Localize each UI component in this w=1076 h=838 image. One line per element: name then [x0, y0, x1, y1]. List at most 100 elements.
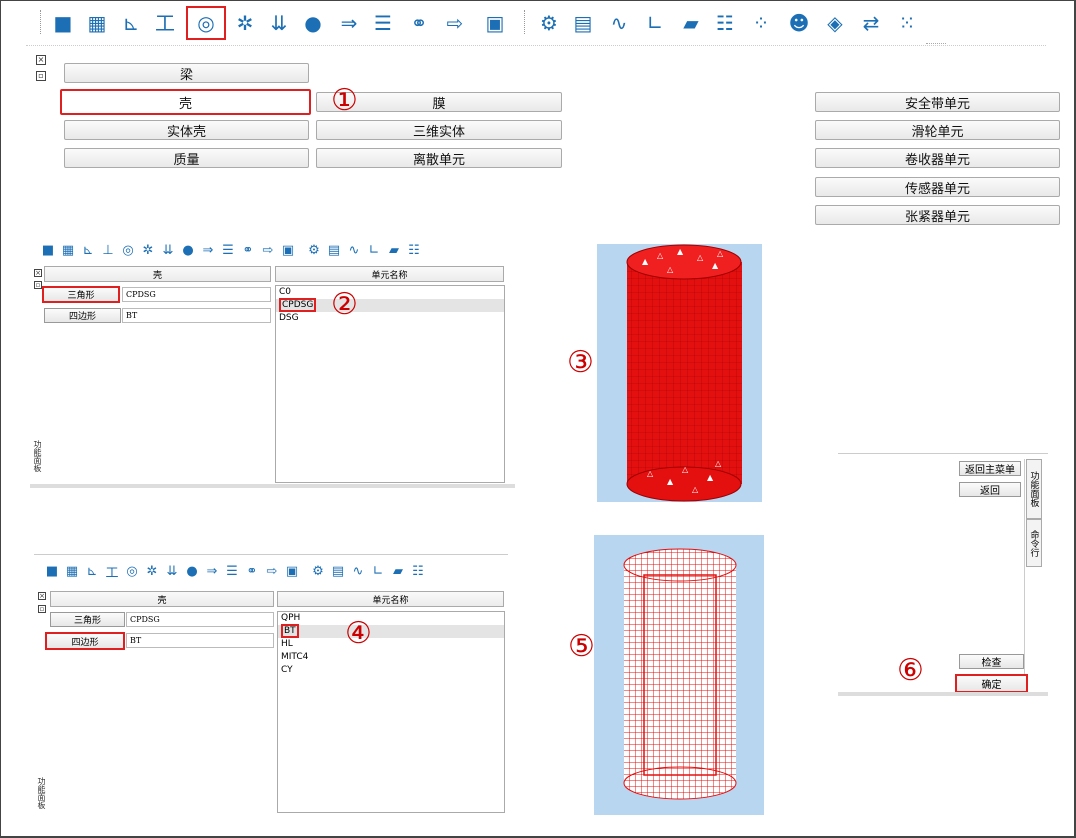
pretensioner-element-button[interactable]: 张紧器单元 [815, 205, 1060, 225]
list-item-selected[interactable]: CPDSG [276, 298, 504, 312]
triangle-value-field[interactable]: CPDSG [122, 287, 271, 302]
3d-solid-button[interactable]: 三维实体 [316, 120, 562, 140]
curve-icon[interactable]: ∿ [346, 243, 362, 258]
calculator-icon[interactable]: ▣ [284, 564, 300, 579]
dotted-sphere-icon[interactable]: ⁘ [748, 10, 774, 36]
restore-icon[interactable]: ▫ [34, 281, 42, 289]
restore-icon[interactable]: ▫ [38, 605, 46, 613]
sensor-element-button[interactable]: 传感器单元 [815, 177, 1060, 197]
gear-pair-icon[interactable]: ✲ [144, 564, 160, 579]
cube-icon[interactable]: ■ [40, 243, 56, 258]
table-list-icon[interactable]: ☷ [712, 10, 738, 36]
xy-plot-icon[interactable]: ⊾ [80, 243, 96, 258]
list-item[interactable]: CY [278, 664, 504, 677]
plane-icon[interactable]: ▰ [678, 10, 704, 36]
grid-table-icon[interactable]: ▤ [570, 10, 596, 36]
beam-section-icon[interactable]: 工 [104, 562, 120, 581]
beam-section-icon[interactable]: ⊥ [100, 243, 116, 258]
solid-shell-button[interactable]: 实体壳 [64, 120, 309, 140]
xy-plot-icon[interactable]: ⊾ [84, 564, 100, 579]
dummy-icon[interactable]: ☻ [786, 10, 812, 36]
dots-cube-icon[interactable]: ⁙ [894, 10, 920, 36]
load-arrows-icon[interactable]: ⇊ [164, 564, 180, 579]
weld-icon[interactable]: ☰ [220, 243, 236, 258]
quad-value-field[interactable]: BT [126, 633, 274, 648]
weld-icon[interactable]: ☰ [370, 10, 396, 36]
beam-button[interactable]: 梁 [64, 63, 309, 83]
contact-spheres-icon[interactable]: ⚭ [240, 243, 256, 258]
triangle-button[interactable]: 三角形 [50, 612, 125, 627]
pipe-icon[interactable]: ⇒ [336, 10, 362, 36]
tab-command-line[interactable]: 命令行 [1026, 519, 1042, 567]
part-export-icon[interactable]: ⇨ [260, 243, 276, 258]
mesh-cube-icon[interactable]: ▦ [60, 243, 76, 258]
shell-element-icon[interactable]: ◎ [124, 564, 140, 579]
seatbelt-element-button[interactable]: 安全带单元 [815, 92, 1060, 112]
pipe-icon[interactable]: ⇒ [200, 243, 216, 258]
back-button[interactable]: 返回 [959, 482, 1021, 497]
shell-button[interactable]: 壳 [60, 89, 311, 115]
load-arrows-icon[interactable]: ⇊ [266, 10, 292, 36]
exchange-arrows-icon[interactable]: ⇄ [858, 10, 884, 36]
triangle-button[interactable]: 三角形 [42, 286, 120, 303]
shell-element-icon[interactable]: ◎ [120, 243, 136, 258]
slipring-element-button[interactable]: 滑轮单元 [815, 120, 1060, 140]
close-icon[interactable]: × [36, 55, 46, 65]
grid-table-icon[interactable]: ▤ [326, 243, 342, 258]
contact-spheres-icon[interactable]: ⚭ [244, 564, 260, 579]
beam-section-icon[interactable]: 工 [152, 10, 178, 36]
table-list-icon[interactable]: ☷ [406, 243, 422, 258]
tab-function-panel[interactable]: 功能面板 [1026, 459, 1042, 519]
settings-gear-icon[interactable]: ⚙ [306, 243, 322, 258]
curve-icon[interactable]: ∿ [350, 564, 366, 579]
gear-pair-icon[interactable]: ✲ [232, 10, 258, 36]
calculator-icon[interactable]: ▣ [280, 243, 296, 258]
part-export-icon[interactable]: ⇨ [442, 10, 468, 36]
plane-icon[interactable]: ▰ [390, 564, 406, 579]
quad-button[interactable]: 四边形 [45, 632, 125, 650]
calculator-icon[interactable]: ▣ [482, 10, 508, 36]
airbag-icon[interactable]: ● [184, 564, 200, 579]
contact-spheres-icon[interactable]: ⚭ [406, 10, 432, 36]
quad-value-field[interactable]: BT [122, 308, 271, 323]
gear-pair-icon[interactable]: ✲ [140, 243, 156, 258]
retractor-element-button[interactable]: 卷收器单元 [815, 148, 1060, 168]
return-main-menu-button[interactable]: 返回主菜单 [959, 461, 1021, 476]
mesh-cube-icon[interactable]: ▦ [84, 10, 110, 36]
mesh-cube-icon[interactable]: ▦ [64, 564, 80, 579]
axis-plot-icon[interactable]: ∟ [642, 10, 668, 36]
settings-gear-icon[interactable]: ⚙ [536, 10, 562, 36]
curve-icon[interactable]: ∿ [606, 10, 632, 36]
axis-plot-icon[interactable]: ∟ [366, 243, 382, 258]
list-item[interactable]: MITC4 [278, 651, 504, 664]
settings-gear-icon[interactable]: ⚙ [310, 564, 326, 579]
close-icon[interactable]: × [34, 269, 42, 277]
pipe-icon[interactable]: ⇒ [204, 564, 220, 579]
grid-table-icon[interactable]: ▤ [330, 564, 346, 579]
axis-plot-icon[interactable]: ∟ [370, 564, 386, 579]
cube-icon[interactable]: ■ [50, 10, 76, 36]
table-list-icon[interactable]: ☷ [410, 564, 426, 579]
restore-icon[interactable]: ▫ [36, 71, 46, 81]
list-item[interactable]: DSG [276, 312, 504, 325]
cube-icon[interactable]: ■ [44, 564, 60, 579]
list-item[interactable]: HL [278, 638, 504, 651]
discrete-element-button[interactable]: 离散单元 [316, 148, 562, 168]
check-button[interactable]: 检查 [959, 654, 1024, 669]
wireframe-cube-icon[interactable]: ◈ [822, 10, 848, 36]
weld-icon[interactable]: ☰ [224, 564, 240, 579]
airbag-icon[interactable]: ● [300, 10, 326, 36]
quad-button[interactable]: 四边形 [44, 308, 121, 323]
triangle-value-field[interactable]: CPDSG [126, 612, 274, 627]
load-arrows-icon[interactable]: ⇊ [160, 243, 176, 258]
mass-button[interactable]: 质量 [64, 148, 309, 168]
plane-icon[interactable]: ▰ [386, 243, 402, 258]
list-item[interactable]: QPH [278, 612, 504, 625]
xy-plot-icon[interactable]: ⊾ [118, 10, 144, 36]
list-item-selected[interactable]: BT [278, 624, 504, 638]
part-export-icon[interactable]: ⇨ [264, 564, 280, 579]
shell-element-icon[interactable]: ◎ [186, 6, 226, 40]
close-icon[interactable]: × [38, 592, 46, 600]
airbag-icon[interactable]: ● [180, 243, 196, 258]
confirm-button[interactable]: 确定 [955, 674, 1028, 693]
